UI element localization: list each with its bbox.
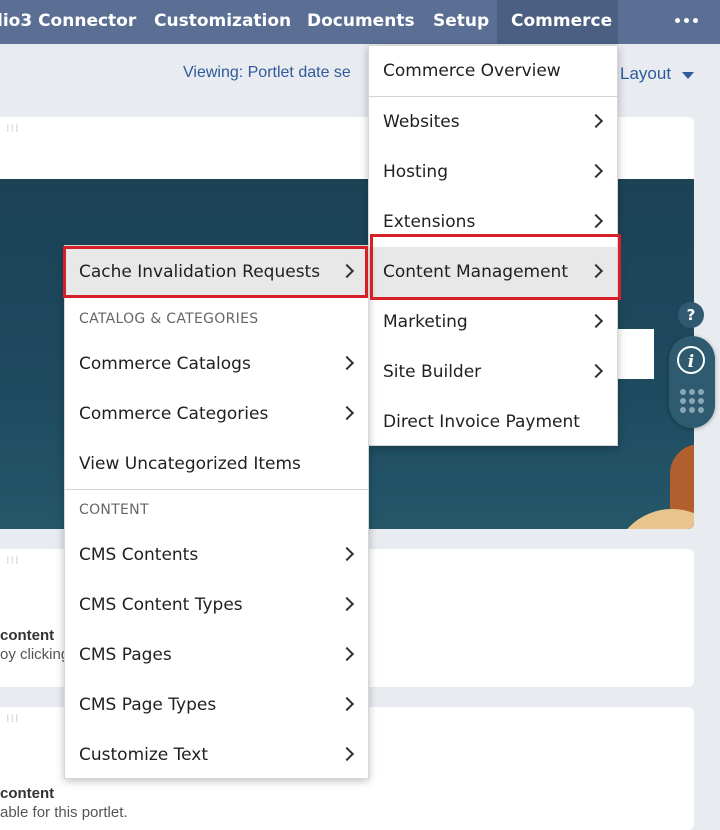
- chevron-right-icon: [588, 113, 604, 129]
- chevron-right-icon: [339, 263, 355, 279]
- menu-item-direct-invoice-payment[interactable]: Direct Invoice Payment: [369, 397, 617, 447]
- chevron-right-icon: [339, 405, 355, 421]
- menu-item-cms-pages[interactable]: CMS Pages: [65, 630, 368, 680]
- nav-item-commerce[interactable]: Commerce: [497, 0, 618, 44]
- chevron-right-icon: [339, 646, 355, 662]
- menu-item-view-uncategorized-items[interactable]: View Uncategorized Items: [65, 439, 368, 489]
- menu-item-commerce-catalogs[interactable]: Commerce Catalogs: [65, 339, 368, 389]
- help-icon[interactable]: ?: [678, 302, 704, 328]
- menu-item-marketing[interactable]: Marketing: [369, 297, 617, 347]
- chevron-right-icon: [339, 355, 355, 371]
- chevron-right-icon: [588, 363, 604, 379]
- menu-item-cache-invalidation-requests[interactable]: Cache Invalidation Requests: [65, 247, 368, 297]
- card-title: content: [0, 785, 55, 802]
- nav-item-connector[interactable]: lio3 Connector: [0, 0, 136, 44]
- layout-dropdown[interactable]: Layout: [620, 64, 671, 84]
- menu-item-websites[interactable]: Websites: [369, 97, 617, 147]
- chevron-right-icon: [588, 263, 604, 279]
- top-nav-bar: lio3 Connector Customization Documents S…: [0, 0, 720, 44]
- menu-item-cms-page-types[interactable]: CMS Page Types: [65, 680, 368, 730]
- nav-item-setup[interactable]: Setup: [433, 0, 489, 44]
- hero-input-box: [612, 329, 654, 379]
- menu-item-cms-contents[interactable]: CMS Contents: [65, 530, 368, 580]
- chevron-right-icon: [339, 696, 355, 712]
- chevron-right-icon: [588, 213, 604, 229]
- content-management-submenu: Cache Invalidation Requests CATALOG & CA…: [64, 245, 369, 779]
- card-text: able for this portlet.: [0, 804, 128, 821]
- nav-item-documents[interactable]: Documents: [307, 0, 415, 44]
- menu-item-hosting[interactable]: Hosting: [369, 147, 617, 197]
- nav-item-customization[interactable]: Customization: [154, 0, 291, 44]
- divider: [65, 489, 368, 490]
- card-title: content: [0, 627, 55, 644]
- chevron-right-icon: [588, 163, 604, 179]
- chevron-right-icon: [339, 746, 355, 762]
- menu-item-extensions[interactable]: Extensions: [369, 197, 617, 247]
- menu-item-commerce-categories[interactable]: Commerce Categories: [65, 389, 368, 439]
- menu-item-site-builder[interactable]: Site Builder: [369, 347, 617, 397]
- drag-handle-icon[interactable]: ⁞⁞⁞: [6, 554, 20, 567]
- grid-icon[interactable]: [680, 389, 704, 413]
- hero-figure: [612, 509, 694, 529]
- chevron-right-icon: [339, 546, 355, 562]
- chevron-down-icon[interactable]: [682, 72, 694, 79]
- ellipsis-icon[interactable]: [675, 13, 698, 27]
- section-heading-content: CONTENT: [79, 502, 149, 518]
- menu-item-customize-text[interactable]: Customize Text: [65, 730, 368, 780]
- viewing-label: Viewing: Portlet date se: [183, 64, 351, 81]
- menu-item-commerce-overview[interactable]: Commerce Overview: [369, 46, 617, 96]
- section-heading-catalog: CATALOG & CATEGORIES: [79, 311, 259, 327]
- menu-item-content-management[interactable]: Content Management: [369, 247, 617, 297]
- chevron-right-icon: [339, 596, 355, 612]
- drag-handle-icon[interactable]: ⁞⁞⁞: [6, 122, 20, 135]
- info-icon[interactable]: i: [677, 346, 705, 374]
- card-text: oy clicking: [0, 646, 70, 663]
- drag-handle-icon[interactable]: ⁞⁞⁞: [6, 712, 20, 725]
- menu-item-cms-content-types[interactable]: CMS Content Types: [65, 580, 368, 630]
- commerce-menu: Commerce Overview Websites Hosting Exten…: [368, 45, 618, 446]
- chevron-right-icon: [588, 313, 604, 329]
